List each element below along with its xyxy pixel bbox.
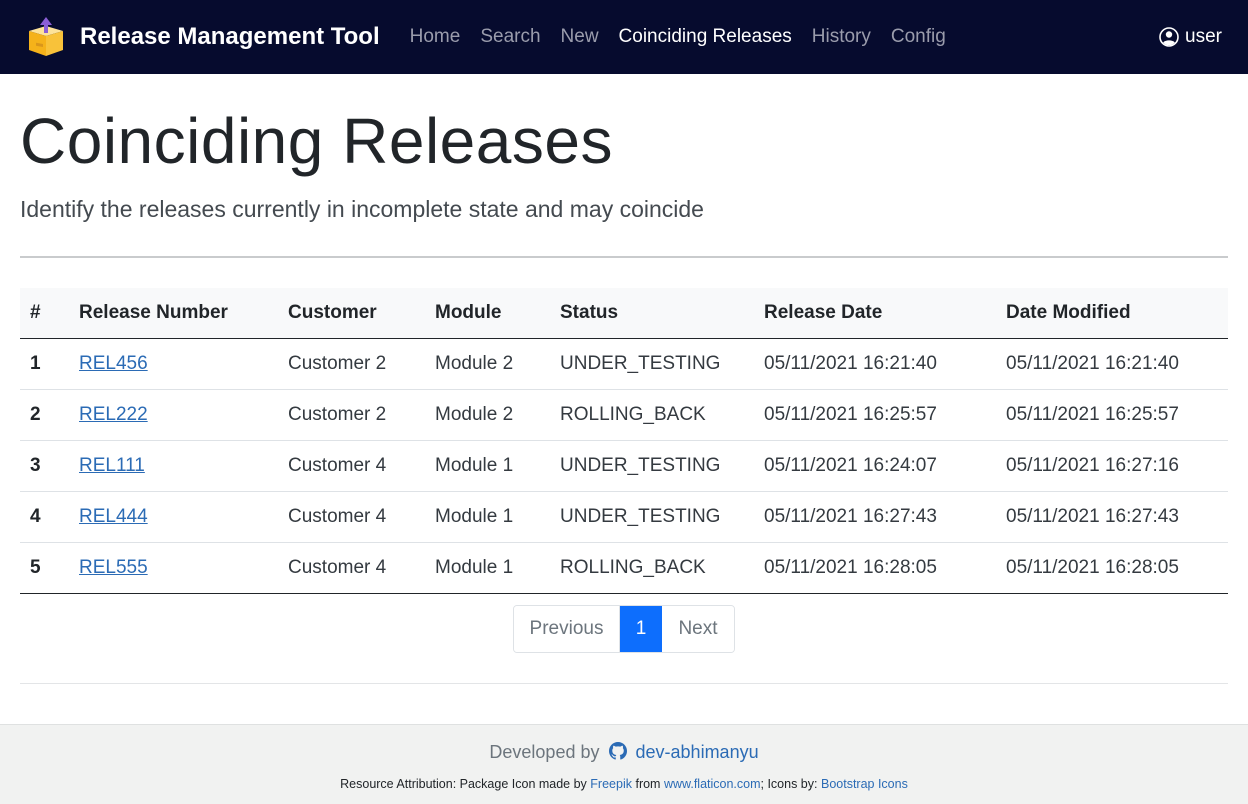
resource-attribution: Resource Attribution: Package Icon made … xyxy=(0,777,1248,791)
release-date-cell: 05/11/2021 16:28:05 xyxy=(754,542,996,594)
release-date-cell: 05/11/2021 16:27:43 xyxy=(754,491,996,543)
nav-home[interactable]: Home xyxy=(410,26,461,48)
table-row: 4 REL444 Customer 4 Module 1 UNDER_TESTI… xyxy=(20,491,1228,543)
github-icon xyxy=(608,742,627,760)
user-menu[interactable]: user xyxy=(1159,26,1228,48)
developed-by-label: Developed by xyxy=(489,742,600,762)
person-circle-icon xyxy=(1159,27,1179,47)
divider xyxy=(20,256,1228,258)
freepik-link[interactable]: Freepik xyxy=(590,777,632,791)
col-release-date: Release Date xyxy=(754,288,996,339)
developer-credit: Developed by dev-abhimanyu xyxy=(0,742,1248,763)
status-cell: UNDER_TESTING xyxy=(550,338,754,390)
col-date-modified: Date Modified xyxy=(996,288,1228,339)
table-row: 1 REL456 Customer 2 Module 2 UNDER_TESTI… xyxy=(20,338,1228,390)
release-cell: REL555 xyxy=(69,542,278,594)
release-link[interactable]: REL111 xyxy=(79,455,145,476)
release-date-cell: 05/11/2021 16:25:57 xyxy=(754,389,996,441)
navbar: Release Management Tool Home Search New … xyxy=(0,0,1248,74)
brand-title: Release Management Tool xyxy=(80,23,380,50)
status-cell: UNDER_TESTING xyxy=(550,440,754,492)
nav-coinciding-releases[interactable]: Coinciding Releases xyxy=(619,26,792,48)
customer-cell: Customer 4 xyxy=(278,491,425,543)
nav-config[interactable]: Config xyxy=(891,26,946,48)
module-cell: Module 2 xyxy=(425,389,550,441)
status-cell: ROLLING_BACK xyxy=(550,542,754,594)
nav-new[interactable]: New xyxy=(561,26,599,48)
divider xyxy=(20,683,1228,684)
customer-cell: Customer 4 xyxy=(278,542,425,594)
customer-cell: Customer 4 xyxy=(278,440,425,492)
page-title: Coinciding Releases xyxy=(20,105,613,177)
nav-search[interactable]: Search xyxy=(480,26,540,48)
developer-link[interactable]: dev-abhimanyu xyxy=(636,742,759,762)
table-row: 3 REL111 Customer 4 Module 1 UNDER_TESTI… xyxy=(20,440,1228,492)
page-1-button[interactable]: 1 xyxy=(620,606,662,652)
release-link[interactable]: REL555 xyxy=(79,557,148,578)
release-date-cell: 05/11/2021 16:21:40 xyxy=(754,338,996,390)
modified-date-cell: 05/11/2021 16:27:43 xyxy=(996,491,1228,543)
next-page-button[interactable]: Next xyxy=(662,606,734,652)
release-date-cell: 05/11/2021 16:24:07 xyxy=(754,440,996,492)
customer-cell: Customer 2 xyxy=(278,389,425,441)
col-status: Status xyxy=(550,288,754,339)
module-cell: Module 1 xyxy=(425,440,550,492)
bootstrap-icons-link[interactable]: Bootstrap Icons xyxy=(821,777,908,791)
footer: Developed by dev-abhimanyu Resource Attr… xyxy=(0,724,1248,804)
release-link[interactable]: REL222 xyxy=(79,404,148,425)
release-cell: REL111 xyxy=(69,440,278,492)
col-release-number: Release Number xyxy=(69,288,278,339)
releases-table: # Release Number Customer Module Status … xyxy=(20,288,1228,594)
row-index: 5 xyxy=(20,542,69,594)
package-icon xyxy=(29,17,63,56)
row-index: 2 xyxy=(20,389,69,441)
module-cell: Module 1 xyxy=(425,491,550,543)
attribution-from: from xyxy=(635,777,661,791)
status-cell: ROLLING_BACK xyxy=(550,389,754,441)
row-index: 3 xyxy=(20,440,69,492)
brand-link[interactable]: Release Management Tool xyxy=(26,16,380,58)
pagination: Previous 1 Next xyxy=(513,605,735,653)
previous-page-button[interactable]: Previous xyxy=(514,606,620,652)
row-index: 1 xyxy=(20,338,69,390)
module-cell: Module 1 xyxy=(425,542,550,594)
nav-links: Home Search New Coinciding Releases Hist… xyxy=(410,26,966,48)
release-cell: REL444 xyxy=(69,491,278,543)
module-cell: Module 2 xyxy=(425,338,550,390)
release-link[interactable]: REL444 xyxy=(79,506,148,527)
status-cell: UNDER_TESTING xyxy=(550,491,754,543)
col-module: Module xyxy=(425,288,550,339)
user-name: user xyxy=(1185,26,1222,47)
col-customer: Customer xyxy=(278,288,425,339)
modified-date-cell: 05/11/2021 16:25:57 xyxy=(996,389,1228,441)
modified-date-cell: 05/11/2021 16:28:05 xyxy=(996,542,1228,594)
table-row: 2 REL222 Customer 2 Module 2 ROLLING_BAC… xyxy=(20,389,1228,441)
nav-history[interactable]: History xyxy=(812,26,871,48)
table-row: 5 REL555 Customer 4 Module 1 ROLLING_BAC… xyxy=(20,542,1228,594)
row-index: 4 xyxy=(20,491,69,543)
col-index: # xyxy=(20,288,69,339)
flaticon-link[interactable]: www.flaticon.com xyxy=(664,777,761,791)
modified-date-cell: 05/11/2021 16:21:40 xyxy=(996,338,1228,390)
release-cell: REL222 xyxy=(69,389,278,441)
attribution-icons-by: ; Icons by: xyxy=(760,777,818,791)
modified-date-cell: 05/11/2021 16:27:16 xyxy=(996,440,1228,492)
release-link[interactable]: REL456 xyxy=(79,353,148,374)
release-cell: REL456 xyxy=(69,338,278,390)
page-lead: Identify the releases currently in incom… xyxy=(20,196,704,222)
attribution-prefix: Resource Attribution: Package Icon made … xyxy=(340,777,587,791)
customer-cell: Customer 2 xyxy=(278,338,425,390)
table-header: # Release Number Customer Module Status … xyxy=(20,288,1228,339)
